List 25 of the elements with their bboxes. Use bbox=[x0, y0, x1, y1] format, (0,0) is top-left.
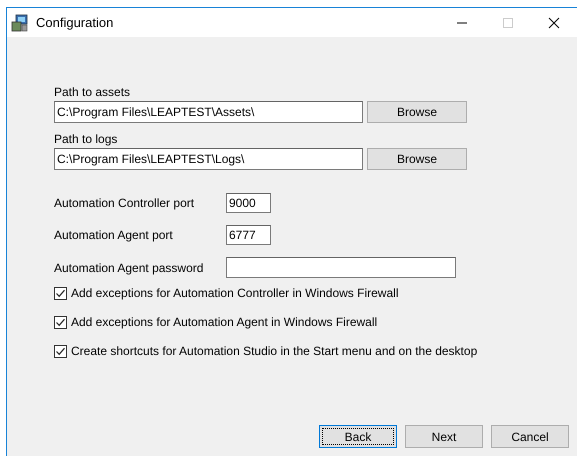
field-label: Automation Agent password bbox=[54, 260, 204, 274]
checkbox-label: Create shortcuts for Automation Studio in the Start menu and on the desktop bbox=[71, 344, 478, 358]
checkbox[interactable] bbox=[54, 286, 67, 300]
checkbox[interactable] bbox=[54, 316, 67, 328]
browse-button[interactable]: Browse bbox=[367, 101, 467, 123]
field-label: Path to logs bbox=[54, 132, 118, 147]
path-field[interactable]: C:\Program Files\LEAPTEST\Logs\ bbox=[54, 148, 363, 170]
dialog-button[interactable]: Next bbox=[405, 425, 483, 448]
installer-icon bbox=[11, 14, 29, 32]
port-field[interactable]: 9000 bbox=[226, 193, 271, 213]
checkbox-label: Add exceptions for Automation Controller in Windows Firewall bbox=[71, 286, 398, 300]
browse-button[interactable]: Browse bbox=[367, 148, 467, 170]
password-field[interactable] bbox=[226, 257, 456, 278]
field-label: Path to assets bbox=[54, 85, 132, 100]
window-title: Configuration bbox=[36, 15, 114, 30]
path-field[interactable]: C:\Program Files\LEAPTEST\Assets\ bbox=[54, 101, 363, 123]
close-icon bbox=[548, 16, 560, 28]
dialog-button[interactable]: Cancel bbox=[491, 425, 569, 448]
field-label: Automation Agent port bbox=[54, 228, 174, 242]
checkbox[interactable] bbox=[54, 344, 67, 358]
port-field[interactable]: 6777 bbox=[226, 225, 271, 245]
dialog-button[interactable]: Back bbox=[319, 425, 397, 448]
checkbox-label: Add exceptions for Automation Agent in Windows Firewall bbox=[71, 315, 378, 329]
maximize-icon bbox=[502, 16, 514, 28]
field-label: Automation Controller port bbox=[54, 196, 196, 210]
